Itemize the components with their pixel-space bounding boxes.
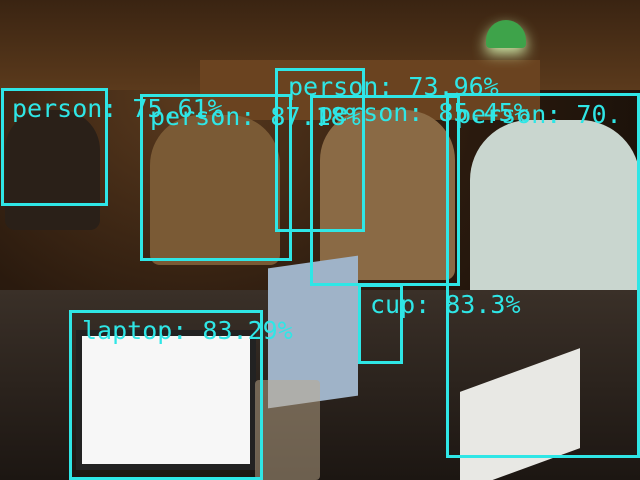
- label-laptop: laptop: 83.29%: [82, 316, 293, 345]
- glass: [255, 380, 320, 480]
- photo-scene: person: 75.61% person: 87.18% person: 73…: [0, 0, 640, 480]
- label-person-5: person: 70.: [456, 100, 622, 129]
- label-cup: cup: 83.3%: [370, 290, 521, 319]
- bbox-person-5: [446, 93, 640, 458]
- label-person-3: person: 73.96%: [288, 72, 499, 101]
